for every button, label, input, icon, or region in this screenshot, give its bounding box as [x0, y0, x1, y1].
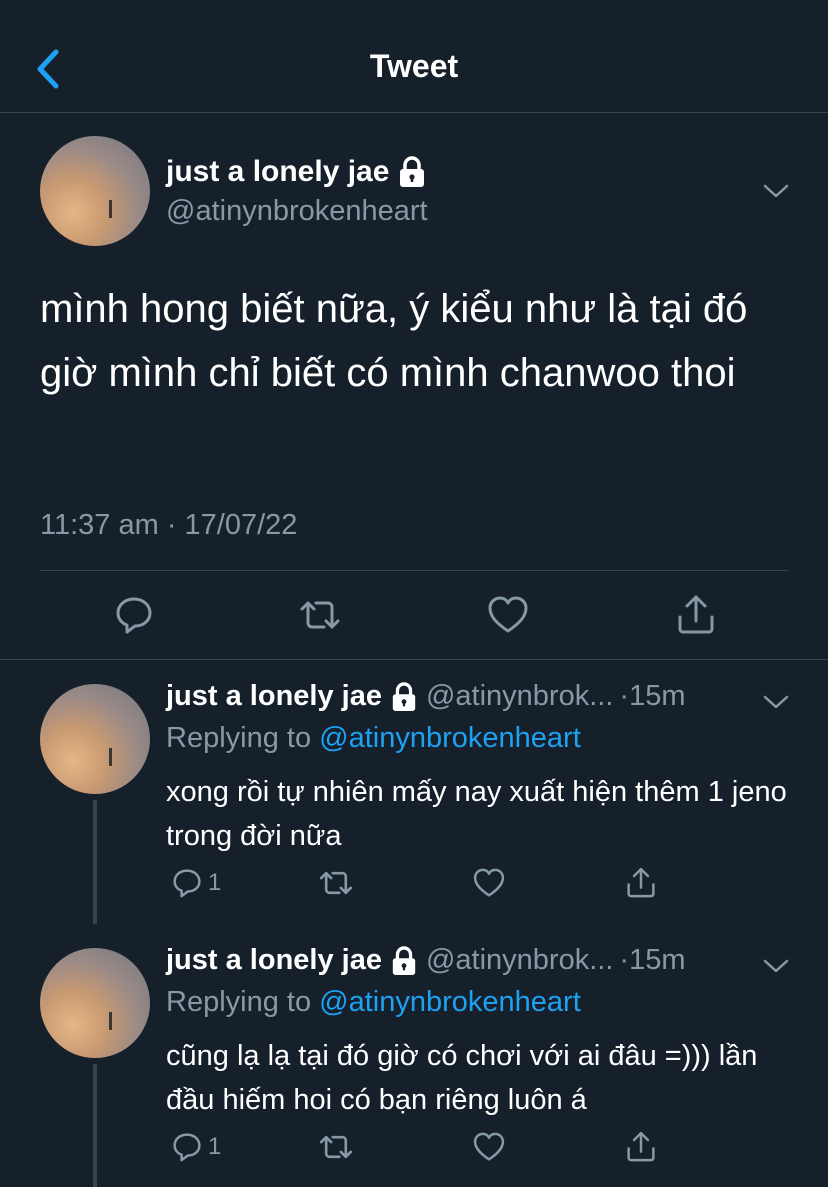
reply-icon: [173, 1133, 201, 1162]
page-title: Tweet: [369, 48, 459, 84]
mention-link[interactable]: @atinynbrokenheart: [319, 722, 581, 754]
author-handle[interactable]: @atinynbrok...: [426, 944, 613, 977]
avatar[interactable]: [40, 948, 150, 1058]
main-tweet: just a lonely jae @atinynbrokenheart mìn…: [0, 113, 828, 660]
thread-line: [93, 800, 97, 924]
author-name[interactable]: just a lonely jae: [166, 944, 382, 977]
share-icon: [627, 1131, 655, 1162]
reply-button[interactable]: 1: [170, 865, 221, 901]
tweet-timestamp[interactable]: 11:37 am · 17/07/22: [40, 509, 297, 542]
retweet-button[interactable]: [318, 865, 354, 901]
reply-time[interactable]: ·15m: [619, 944, 685, 977]
retweet-icon: [319, 1135, 353, 1159]
retweet-icon: [319, 871, 353, 895]
author-name-row[interactable]: just a lonely jae: [166, 155, 427, 189]
chevron-down-icon: [763, 695, 789, 709]
replying-to: Replying to @atinynbrokenheart: [166, 722, 581, 755]
reply-text: cũng lạ lạ tại đó giờ có chơi với ai đâu…: [166, 1040, 758, 1116]
more-options-button[interactable]: [762, 956, 790, 976]
like-button[interactable]: [472, 1129, 506, 1165]
reply-button[interactable]: 1: [170, 1129, 221, 1165]
replying-to: Replying to @atinynbrokenheart: [166, 986, 581, 1019]
lock-icon: [392, 681, 416, 711]
like-icon: [473, 868, 505, 897]
more-options-button[interactable]: [762, 181, 790, 201]
mention-link[interactable]: @atinynbrokenheart: [319, 986, 581, 1018]
share-icon: [678, 595, 714, 634]
reply-icon: [116, 597, 152, 634]
retweet-button[interactable]: [318, 1129, 354, 1165]
lock-icon: [392, 945, 416, 975]
reply-actions: 1: [166, 865, 686, 905]
chevron-down-icon: [763, 959, 789, 973]
share-icon: [627, 867, 655, 898]
more-options-button[interactable]: [762, 692, 790, 712]
divider: [40, 570, 788, 571]
reply-actions: 1: [166, 1129, 686, 1169]
like-icon: [488, 596, 528, 633]
reply-count: 1: [208, 1133, 222, 1160]
replying-label: Replying to: [166, 722, 312, 754]
reply-button[interactable]: [112, 593, 156, 637]
author-name: just a lonely jae: [166, 155, 390, 188]
reply-tweet[interactable]: just a lonely jae @atinynbrok... ·15m Re…: [0, 924, 828, 1187]
share-button[interactable]: [624, 865, 658, 901]
reply-header: just a lonely jae @atinynbrok... ·15m: [166, 680, 685, 713]
reply-header: just a lonely jae @atinynbrok... ·15m: [166, 944, 685, 977]
thread-line: [93, 1064, 97, 1187]
like-button[interactable]: [486, 593, 530, 637]
tweet-text: mình hong biết nữa, ý kiểu như là tại đó…: [40, 287, 748, 395]
reply-text: xong rồi tự nhiên mấy nay xuất hiện thêm…: [166, 776, 787, 852]
retweet-button[interactable]: [298, 593, 342, 637]
share-button[interactable]: [674, 593, 718, 637]
author-handle[interactable]: @atinynbrokenheart: [166, 195, 428, 228]
like-icon: [473, 1132, 505, 1161]
like-button[interactable]: [472, 865, 506, 901]
share-button[interactable]: [624, 1129, 658, 1165]
avatar[interactable]: [40, 684, 150, 794]
author-handle[interactable]: @atinynbrok...: [426, 680, 613, 713]
reply-time[interactable]: ·15m: [619, 680, 685, 713]
reply-count: 1: [208, 869, 222, 896]
chevron-down-icon: [763, 184, 789, 198]
avatar[interactable]: [40, 136, 150, 246]
author-name[interactable]: just a lonely jae: [166, 680, 382, 713]
retweet-icon: [300, 601, 340, 629]
lock-icon: [400, 156, 425, 187]
navigation-bar: Tweet: [0, 0, 828, 113]
reply-icon: [173, 869, 201, 898]
tweet-actions: [0, 593, 828, 653]
reply-tweet[interactable]: just a lonely jae @atinynbrok... ·15m Re…: [0, 660, 828, 924]
replying-label: Replying to: [166, 986, 312, 1018]
